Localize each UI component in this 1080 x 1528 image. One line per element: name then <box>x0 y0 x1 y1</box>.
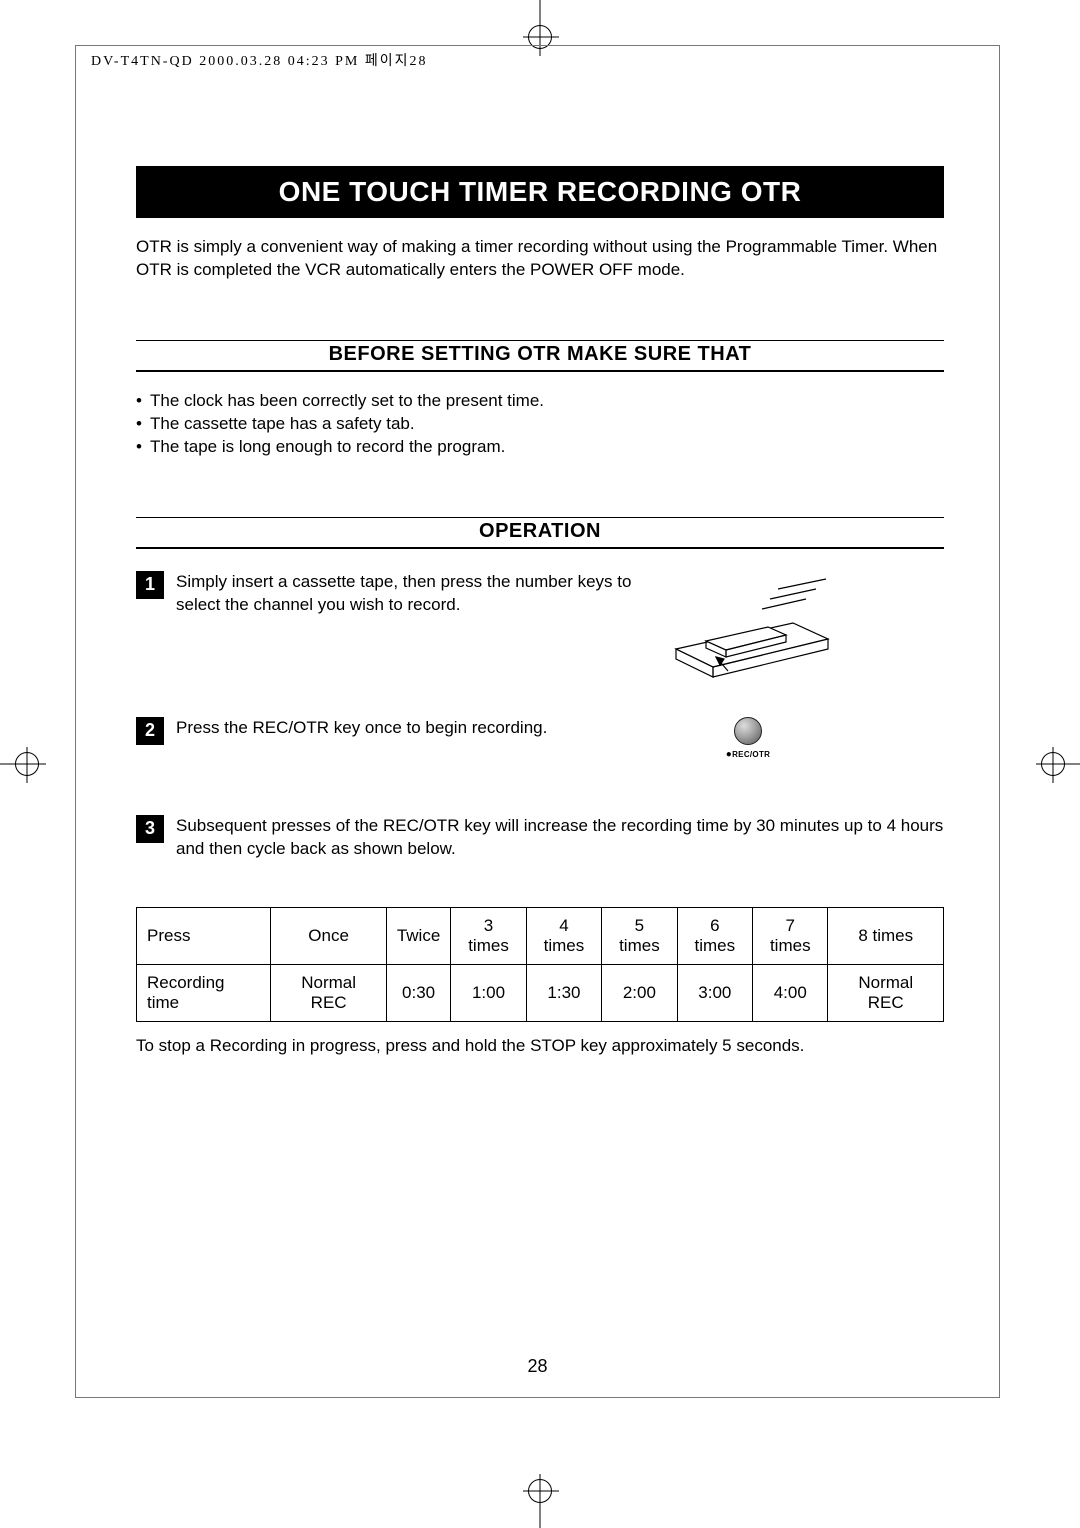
table-cell: 1:00 <box>451 964 526 1021</box>
bullet-text: The tape is long enough to record the pr… <box>150 436 505 459</box>
bullet-dot-icon: • <box>136 413 150 436</box>
step-number-badge: 2 <box>136 717 164 745</box>
bullet-dot-icon: • <box>136 390 150 413</box>
operation-step-2: 2 Press the REC/OTR key once to begin re… <box>136 717 944 760</box>
bullet-item: • The cassette tape has a safety tab. <box>136 413 944 436</box>
operation-step-3: 3 Subsequent presses of the REC/OTR key … <box>136 815 944 861</box>
table-cell: Normal REC <box>271 964 386 1021</box>
table-cell: 4:00 <box>753 964 828 1021</box>
table-row: Press Once Twice 3 times 4 times 5 times… <box>137 907 944 964</box>
table-cell: 3:00 <box>677 964 752 1021</box>
step-number-badge: 3 <box>136 815 164 843</box>
table-cell: 3 times <box>451 907 526 964</box>
section-heading-operation: OPERATION <box>136 517 944 549</box>
page-frame: DV-T4TN-QD 2000.03.28 04:23 PM 페이지28 ONE… <box>75 45 1000 1398</box>
operation-step-1: 1 Simply insert a cassette tape, then pr… <box>136 571 944 681</box>
section-heading-operation-text: OPERATION <box>136 520 944 545</box>
recording-time-table: Press Once Twice 3 times 4 times 5 times… <box>136 907 944 1022</box>
table-cell: 2:00 <box>602 964 677 1021</box>
page-content: ONE TOUCH TIMER RECORDING OTR OTR is sim… <box>136 166 944 1337</box>
table-cell: 1:30 <box>526 964 601 1021</box>
rec-button-label: ●REC/OTR <box>726 749 770 760</box>
page-number: 28 <box>76 1356 999 1377</box>
table-row: Recording time Normal REC 0:30 1:00 1:30… <box>137 964 944 1021</box>
bullet-dot-icon: • <box>136 436 150 459</box>
table-cell: Twice <box>386 907 450 964</box>
intro-paragraph: OTR is simply a convenient way of making… <box>136 236 944 282</box>
crop-mark-right <box>1030 734 1080 794</box>
bullet-item: • The tape is long enough to record the … <box>136 436 944 459</box>
stop-instruction-text: To stop a Recording in progress, press a… <box>136 1036 944 1056</box>
rec-otr-button-icon: ●REC/OTR <box>648 717 848 760</box>
table-cell: 4 times <box>526 907 601 964</box>
step-text: Subsequent presses of the REC/OTR key wi… <box>176 815 944 861</box>
table-cell: 6 times <box>677 907 752 964</box>
crop-mark-bottom <box>510 1468 570 1528</box>
rec-button-graphic <box>734 717 762 745</box>
table-cell: Once <box>271 907 386 964</box>
step-number-badge: 1 <box>136 571 164 599</box>
table-row-label: Recording time <box>137 964 271 1021</box>
table-cell: 5 times <box>602 907 677 964</box>
page-title-banner: ONE TOUCH TIMER RECORDING OTR <box>136 166 944 218</box>
table-cell: 0:30 <box>386 964 450 1021</box>
table-cell: Normal REC <box>828 964 944 1021</box>
table-row-label: Press <box>137 907 271 964</box>
header-metadata-line: DV-T4TN-QD 2000.03.28 04:23 PM 페이지28 <box>91 50 427 70</box>
before-bullet-list: • The clock has been correctly set to th… <box>136 390 944 459</box>
vcr-insert-cassette-icon <box>648 571 848 681</box>
step-text: Simply insert a cassette tape, then pres… <box>176 571 636 617</box>
step-text: Press the REC/OTR key once to begin reco… <box>176 717 636 740</box>
bullet-item: • The clock has been correctly set to th… <box>136 390 944 413</box>
table-cell: 7 times <box>753 907 828 964</box>
crop-mark-left <box>0 734 50 794</box>
bullet-text: The clock has been correctly set to the … <box>150 390 544 413</box>
bullet-text: The cassette tape has a safety tab. <box>150 413 415 436</box>
section-heading-before: BEFORE SETTING OTR MAKE SURE THAT <box>136 340 944 372</box>
table-cell: 8 times <box>828 907 944 964</box>
section-heading-before-text: BEFORE SETTING OTR MAKE SURE THAT <box>136 343 944 368</box>
